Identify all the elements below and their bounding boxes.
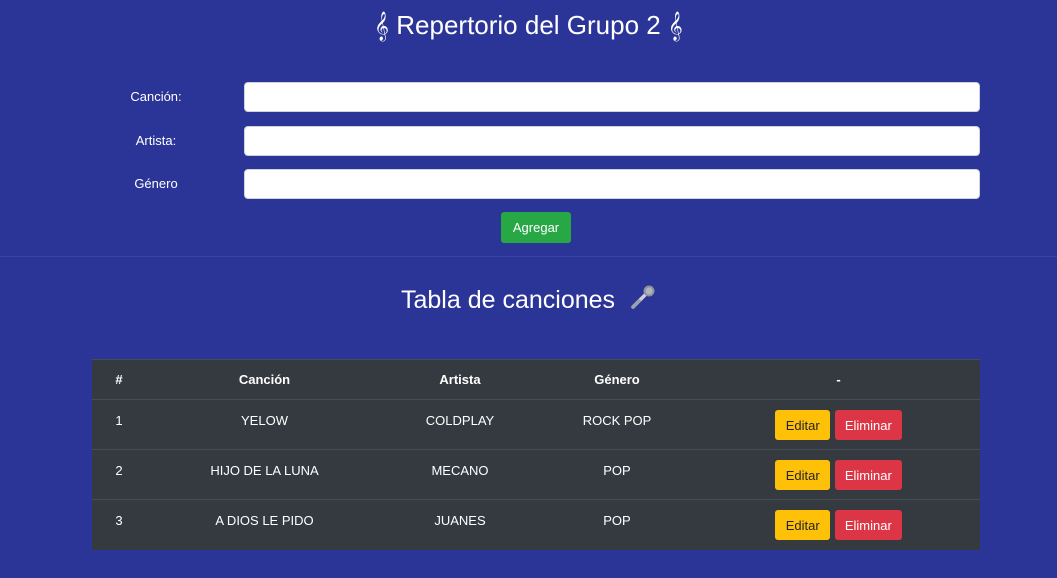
header-number: # bbox=[92, 359, 146, 400]
row-genre: POP bbox=[537, 449, 697, 500]
row-artist: COLDPLAY bbox=[383, 399, 537, 450]
songs-section-title: Tabla de canciones bbox=[0, 284, 1057, 318]
row-artist: MECANO bbox=[383, 449, 537, 500]
delete-button[interactable]: Eliminar bbox=[834, 510, 902, 540]
genre-input[interactable] bbox=[244, 169, 980, 199]
genre-field-label: Género bbox=[134, 176, 178, 191]
header-genre: Género bbox=[537, 359, 697, 400]
genre-field-row: Género bbox=[0, 169, 1057, 199]
add-button[interactable]: Agregar bbox=[501, 212, 571, 243]
page-title-text: Repertorio del Grupo 2 bbox=[396, 10, 661, 40]
header-artist: Artista bbox=[383, 359, 537, 400]
microphone-icon bbox=[630, 284, 656, 318]
treble-clef-icon: 𝄞 bbox=[667, 11, 683, 40]
songs-table: # Canción Artista Género - 1 YELOW COLDP… bbox=[92, 359, 980, 550]
section-divider bbox=[0, 256, 1057, 257]
row-number: 3 bbox=[92, 499, 146, 550]
edit-button[interactable]: Editar bbox=[775, 510, 831, 540]
edit-button[interactable]: Editar bbox=[775, 410, 831, 440]
table-row: 2 HIJO DE LA LUNA MECANO POP Editar Elim… bbox=[92, 449, 980, 500]
table-row: 1 YELOW COLDPLAY ROCK POP Editar Elimina… bbox=[92, 399, 980, 450]
row-genre: ROCK POP bbox=[537, 399, 697, 450]
song-field-row: Canción: bbox=[0, 82, 1057, 112]
row-song: HIJO DE LA LUNA bbox=[146, 449, 383, 500]
song-field-label: Canción: bbox=[130, 89, 182, 104]
song-input[interactable] bbox=[244, 82, 980, 112]
row-actions: Editar Eliminar bbox=[697, 499, 980, 550]
table-row: 3 A DIOS LE PIDO JUANES POP Editar Elimi… bbox=[92, 499, 980, 550]
row-actions: Editar Eliminar bbox=[697, 449, 980, 500]
row-number: 2 bbox=[92, 449, 146, 500]
edit-button[interactable]: Editar bbox=[775, 460, 831, 490]
artist-field-label: Artista: bbox=[135, 133, 177, 148]
delete-button[interactable]: Eliminar bbox=[834, 460, 902, 490]
delete-button[interactable]: Eliminar bbox=[834, 410, 902, 440]
treble-clef-icon: 𝄞 bbox=[374, 11, 390, 40]
table-header-row: # Canción Artista Género - bbox=[92, 359, 980, 400]
page-title: 𝄞 Repertorio del Grupo 2 𝄞 bbox=[0, 8, 1057, 43]
header-song: Canción bbox=[146, 359, 383, 400]
row-actions: Editar Eliminar bbox=[697, 399, 980, 450]
songs-section-title-text: Tabla de canciones bbox=[401, 286, 616, 314]
row-song: A DIOS LE PIDO bbox=[146, 499, 383, 550]
row-song: YELOW bbox=[146, 399, 383, 450]
header-actions: - bbox=[697, 359, 980, 400]
artist-input[interactable] bbox=[244, 126, 980, 156]
row-genre: POP bbox=[537, 499, 697, 550]
row-artist: JUANES bbox=[383, 499, 537, 550]
artist-field-row: Artista: bbox=[0, 126, 1057, 156]
row-number: 1 bbox=[92, 399, 146, 450]
